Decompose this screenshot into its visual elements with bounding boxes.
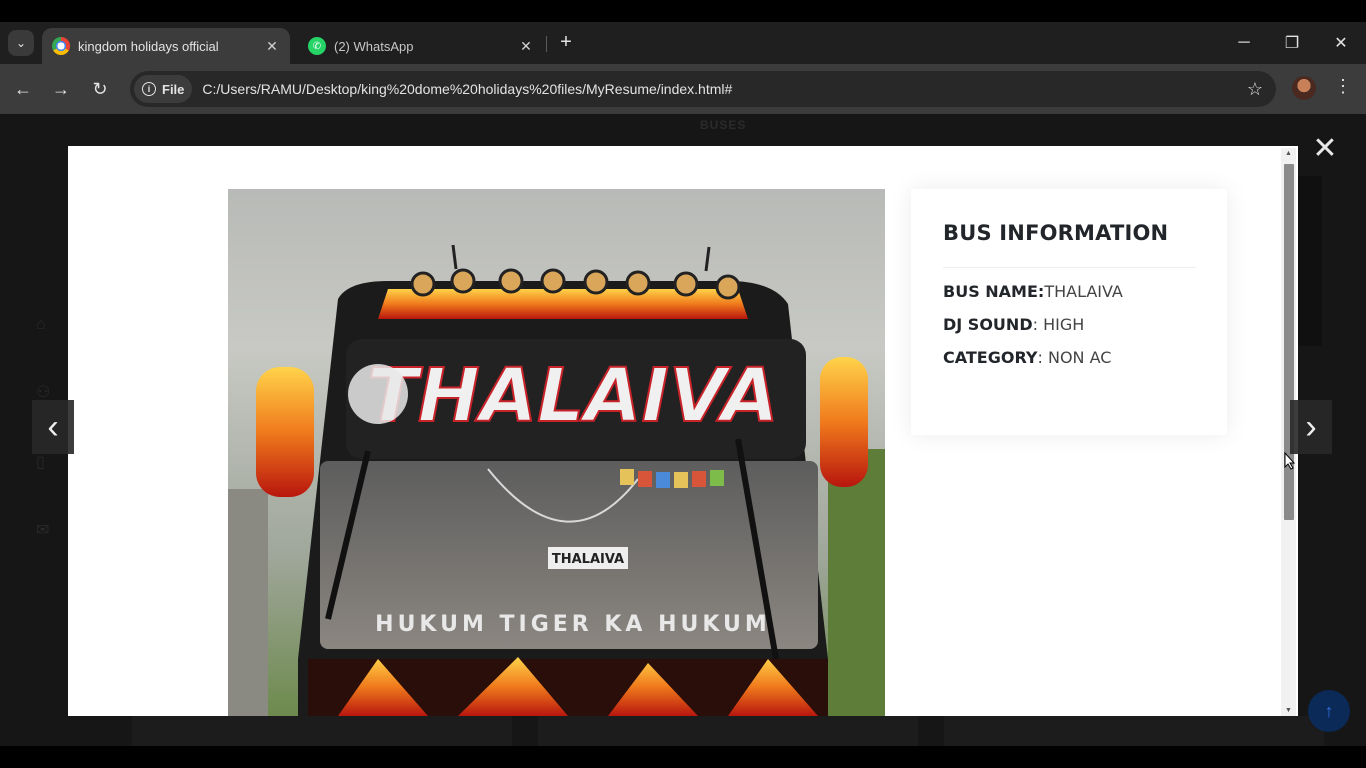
restore-button[interactable]: ❐ [1277, 30, 1307, 56]
scroll-up-arrow-icon[interactable]: ▲ [1284, 150, 1293, 157]
info-icon: i [142, 82, 156, 96]
book-icon: ▯ [36, 454, 45, 471]
url-text[interactable]: C:/Users/RAMU/Desktop/king%20dome%20holi… [202, 81, 1240, 97]
scroll-down-arrow-icon[interactable]: ▼ [1284, 707, 1293, 714]
back-button[interactable]: ← [10, 76, 36, 102]
bus-name-label: BUS NAME: [943, 282, 1045, 301]
bus-illustration: THALAIVA THALAIVA HUKUM TIGER KA HUKUM [228, 244, 885, 716]
tab-close-icon[interactable]: ✕ [518, 38, 534, 55]
back-to-top-button[interactable]: ↑ [1308, 690, 1350, 732]
whatsapp-icon: ✆ [308, 37, 326, 55]
scheme-label: File [162, 81, 185, 97]
background-card [944, 716, 1324, 746]
screen-top-border [0, 0, 1366, 22]
dashboard-sign-text: THALAIVA [552, 552, 624, 567]
category-value: NON AC [1047, 348, 1112, 367]
windshield-text: HUKUM TIGER KA HUKUM [375, 612, 771, 637]
tab-title: (2) WhatsApp [334, 38, 414, 54]
background-card [538, 716, 918, 746]
bus-name-value: THALAIVA [1044, 282, 1123, 301]
tab-kingdom-holidays[interactable]: kingdom holidays official ✕ [42, 28, 290, 64]
profile-avatar[interactable] [1292, 76, 1316, 100]
bus-lightbox-modal: THALAIVA THALAIVA HUKUM TIGER KA HUKUM B… [68, 146, 1298, 716]
dj-sound-row: DJ SOUND: HIGH [943, 315, 1195, 334]
lightbox-close-icon[interactable]: ✕ [1310, 134, 1340, 164]
background-section-title: BUSES [700, 118, 747, 132]
background-card [132, 716, 512, 746]
category-row: CATEGORY: NON AC [943, 348, 1195, 367]
dj-sound-separator: : [1032, 315, 1044, 334]
info-divider [943, 267, 1196, 268]
window-close-button[interactable]: ✕ [1326, 30, 1356, 56]
bus-information-card: BUS INFORMATION BUS NAME:THALAIVA DJ SOU… [911, 189, 1227, 435]
home-icon: ⌂ [36, 316, 46, 333]
address-bar[interactable]: i File C:/Users/RAMU/Desktop/king%20dome… [130, 71, 1276, 107]
dj-sound-value: HIGH [1043, 315, 1085, 334]
page-viewport: BUSES ⌂ ⚇ ▯ ✉ THALAIVA THALAIVA HUKUM TI… [0, 114, 1366, 746]
destination-board-text: THALAIVA [367, 353, 778, 439]
mouse-cursor-icon [1284, 452, 1296, 470]
tab-whatsapp[interactable]: ✆ (2) WhatsApp ✕ [298, 28, 544, 64]
info-card-title: BUS INFORMATION [943, 221, 1169, 245]
tab-separator [546, 36, 547, 52]
new-tab-button[interactable]: + [556, 32, 576, 52]
browser-tab-bar: ⌄ kingdom holidays official ✕ ✆ (2) What… [0, 22, 1366, 64]
reload-button[interactable]: ↻ [87, 76, 113, 102]
tab-search-button[interactable]: ⌄ [8, 30, 34, 56]
bus-name-row: BUS NAME:THALAIVA [943, 282, 1195, 301]
category-separator: : [1037, 348, 1048, 367]
lightbox-prev-button[interactable]: ‹ [32, 400, 74, 454]
site-info-chip[interactable]: i File [134, 75, 193, 103]
forward-button[interactable]: → [48, 76, 74, 102]
bookmark-star-icon[interactable]: ☆ [1240, 79, 1270, 100]
bus-photo: THALAIVA THALAIVA HUKUM TIGER KA HUKUM [228, 189, 885, 716]
background-panel [1298, 176, 1322, 346]
tab-title: kingdom holidays official [78, 38, 219, 54]
minimize-button[interactable]: ─ [1229, 30, 1259, 56]
browser-toolbar: ← → ↻ i File C:/Users/RAMU/Desktop/king%… [0, 64, 1366, 114]
dj-sound-label: DJ SOUND [943, 315, 1033, 334]
category-label: CATEGORY [943, 348, 1038, 367]
browser-menu-icon[interactable]: ⋮ [1334, 76, 1352, 102]
tab-close-icon[interactable]: ✕ [264, 38, 280, 55]
user-icon: ⚇ [36, 384, 51, 401]
lightbox-next-button[interactable]: › [1290, 400, 1332, 454]
chrome-icon [52, 37, 70, 55]
mail-icon: ✉ [36, 522, 50, 539]
